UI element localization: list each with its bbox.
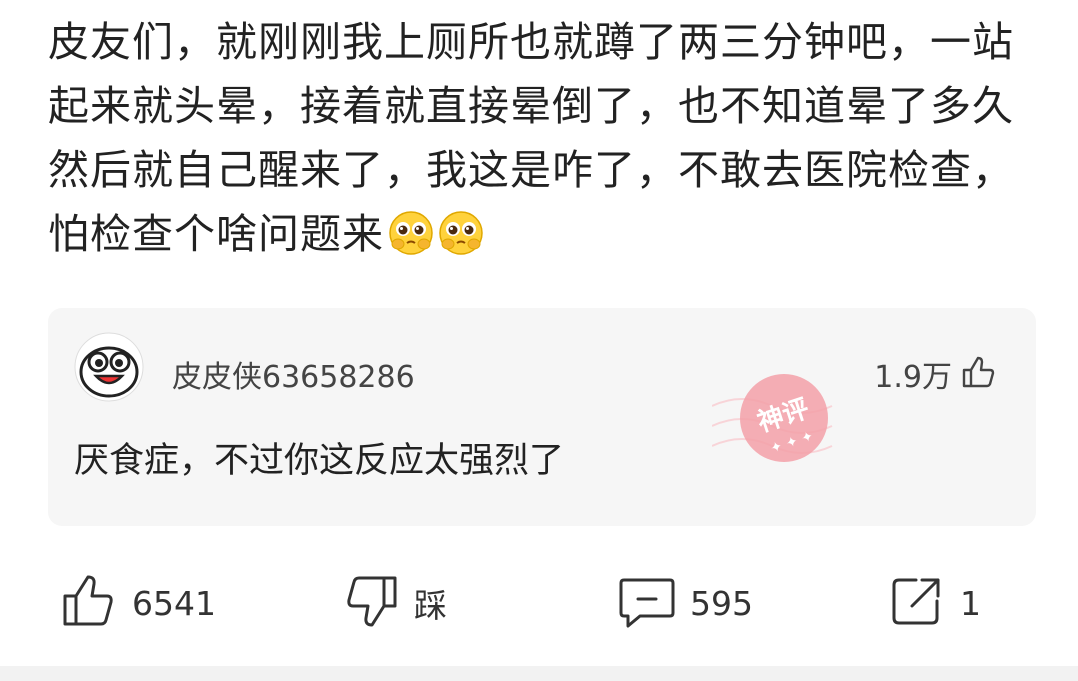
- like-count: 6541: [132, 583, 216, 623]
- comment-like-count: 1.9万: [874, 360, 952, 395]
- divider: [0, 666, 1078, 681]
- post-text: 皮友们，就刚刚我上厕所也就蹲了两三分钟吧，一站起来就头晕，接着就直接晕倒了，也不…: [48, 18, 1014, 258]
- dislike-label: 踩: [414, 586, 447, 625]
- comment-button[interactable]: 595: [618, 572, 753, 634]
- avatar[interactable]: [74, 332, 144, 402]
- share-button[interactable]: 1: [888, 572, 981, 634]
- top-comment[interactable]: 皮皮侠63658286 1.9万 神评 ✦ ✦ ✦ 厌食症，不过你这反应太强烈了: [48, 308, 1036, 526]
- like-button[interactable]: 6541: [60, 572, 216, 634]
- hot-comment-badge: 神评 ✦ ✦ ✦: [711, 366, 842, 476]
- pleading-face-icon: [388, 210, 434, 256]
- comment-text: 厌食症，不过你这反应太强烈了: [74, 441, 565, 481]
- share-icon: [888, 572, 946, 634]
- comment-icon: [618, 572, 676, 634]
- thumbs-down-icon: [342, 572, 400, 634]
- share-count: 1: [960, 583, 981, 623]
- dislike-button[interactable]: 踩: [342, 572, 447, 634]
- comment-like-button[interactable]: 1.9万: [874, 352, 996, 396]
- pleading-face-icon: [438, 210, 484, 256]
- comment-count: 595: [690, 583, 753, 623]
- action-bar: 6541 踩 595 1: [0, 560, 1078, 650]
- comment-username[interactable]: 皮皮侠63658286: [172, 352, 415, 396]
- thumbs-up-icon: [60, 572, 118, 634]
- thumbs-up-icon: [960, 354, 996, 394]
- post-body: 皮友们，就刚刚我上厕所也就蹲了两三分钟吧，一站起来就头晕，接着就直接晕倒了，也不…: [48, 10, 1038, 266]
